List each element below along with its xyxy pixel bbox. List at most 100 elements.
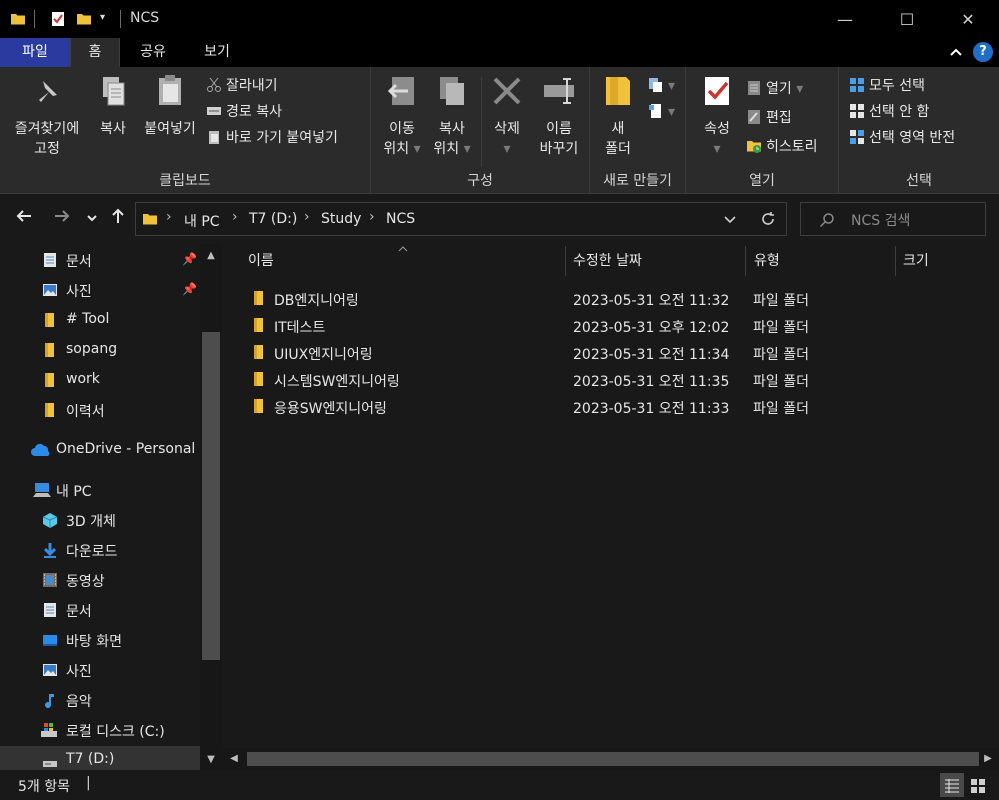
history-button[interactable]: 히스토리 [746,136,818,158]
scrollbar-thumb[interactable] [202,332,220,660]
column-divider[interactable] [565,246,566,276]
up-button[interactable] [106,207,130,231]
local-disk-icon [41,723,57,737]
address-bar[interactable]: › 내 PC › T7 (D:) › Study › NCS [135,202,787,236]
nav-item-resume[interactable]: 이력서 [0,396,200,424]
nav-item-documents-pc[interactable]: 문서 [0,596,200,624]
easy-access-button[interactable]: ▾ [648,101,675,123]
move-to-button[interactable]: 이동 위치 ▾ [377,73,427,159]
nav-item-t7-drive[interactable]: T7 (D:) [0,746,200,770]
breadcrumb-separator[interactable]: › [232,209,238,225]
breadcrumb-drive[interactable]: T7 (D:) [249,211,297,227]
history-icon [747,141,761,153]
nav-item-videos[interactable]: 동영상 [0,566,200,594]
delete-icon [493,77,521,105]
breadcrumb-study[interactable]: Study [321,211,361,227]
new-folder-label-line2: 폴더 [605,141,631,157]
navigation-scrollbar[interactable]: ▲ ▼ [200,244,222,770]
nav-item-label: 사진 [66,664,92,680]
nav-item-downloads[interactable]: 다운로드 [0,536,200,564]
copy-path-button[interactable]: 경로 복사 [206,101,282,123]
nav-item-local-disk-c[interactable]: 로컬 디스크 (C:) [0,716,200,744]
back-button[interactable] [12,207,36,231]
scroll-right-icon[interactable]: ▶ [978,748,998,770]
new-folder-icon[interactable] [76,10,92,28]
open-group: 속성 ▾ 열기 ▾ 편집 히스토리 열기 [686,67,839,194]
new-folder-button[interactable]: 새 폴더 [596,73,640,159]
copy-to-button[interactable]: 복사 위치 ▾ [427,73,477,159]
properties-icon[interactable] [50,10,66,28]
new-item-button[interactable]: ▾ [648,75,675,97]
search-box[interactable]: NCS 검색 [800,202,986,236]
arrow-left-icon [16,210,31,222]
forward-button[interactable] [50,207,74,231]
cut-button[interactable]: 잘라내기 [206,75,278,97]
file-row[interactable]: 시스템SW엔지니어링 2023-05-31 오전 11:35 파일 폴더 [246,366,856,393]
chevron-up-icon[interactable] [949,45,963,59]
nav-item-onedrive[interactable]: OneDrive - Personal [0,436,200,464]
breadcrumb-separator[interactable]: › [166,209,172,225]
edit-button[interactable]: 편집 [746,107,792,129]
select-none-button[interactable]: 선택 안 함 [849,101,929,123]
nav-item-music[interactable]: 음악 [0,686,200,714]
paste-button[interactable]: 붙여넣기 [138,73,202,139]
chevron-down-icon[interactable] [724,215,736,225]
breadcrumb-separator[interactable]: › [304,209,310,225]
column-header-name[interactable]: 이름 [248,244,274,278]
nav-item-tool[interactable]: # Tool [0,306,200,334]
breadcrumb-this-pc[interactable]: 내 PC [184,211,220,231]
file-date: 2023-05-31 오전 11:32 [573,293,730,309]
search-placeholder: NCS 검색 [851,213,911,229]
tab-share[interactable]: 공유 [124,38,182,67]
breadcrumb-separator[interactable]: › [369,209,375,225]
scroll-down-icon[interactable]: ▼ [200,750,222,770]
scroll-up-icon[interactable]: ▲ [200,246,222,266]
tab-file[interactable]: 파일 [0,38,70,67]
file-row[interactable]: 응용SW엔지니어링 2023-05-31 오전 11:33 파일 폴더 [246,393,856,420]
column-header-type[interactable]: 유형 [754,244,780,278]
recent-locations-button[interactable] [82,207,102,231]
pin-to-quick-access-button[interactable]: 즐겨찾기에 고정 [6,73,88,159]
rename-button[interactable]: 이름 바꾸기 [531,73,587,159]
file-row[interactable]: DB엔지니어링 2023-05-31 오전 11:32 파일 폴더 [246,285,856,312]
delete-button[interactable]: 삭제 ▾ [485,73,529,159]
nav-item-pictures-pc[interactable]: 사진 [0,656,200,684]
properties-button[interactable]: 속성 ▾ [694,73,740,159]
nav-item-work[interactable]: work [0,366,200,394]
nav-item-pictures[interactable]: 사진 📌 [0,276,200,304]
close-button[interactable]: ✕ [937,0,999,38]
scroll-left-icon[interactable]: ◀ [224,748,244,770]
tab-view[interactable]: 보기 [186,38,248,67]
invert-selection-button[interactable]: 선택 영역 반전 [849,127,955,149]
open-button[interactable]: 열기 ▾ [746,78,803,100]
horizontal-scrollbar[interactable]: ◀ ▶ [222,748,999,770]
copy-button[interactable]: 복사 [90,73,136,139]
column-divider[interactable] [745,246,746,276]
paste-shortcut-button[interactable]: 바로 가기 붙여넣기 [206,127,338,149]
nav-item-documents[interactable]: 문서 📌 [0,246,200,274]
nav-item-sopang[interactable]: sopang [0,336,200,364]
scrollbar-thumb[interactable] [247,752,979,766]
help-icon[interactable]: ? [973,42,993,62]
large-icons-view-icon [971,779,985,793]
column-divider[interactable] [895,246,896,276]
scissors-icon [207,77,221,92]
details-view-button[interactable] [940,773,964,797]
refresh-icon[interactable] [760,211,776,227]
nav-item-desktop[interactable]: 바탕 화면 [0,626,200,654]
nav-item-3d-objects[interactable]: 3D 개체 [0,506,200,534]
quick-access-dropdown-icon[interactable]: ▾ [100,12,105,23]
rename-label-line2: 바꾸기 [539,141,579,157]
column-header-date[interactable]: 수정한 날짜 [573,244,642,278]
large-icons-view-button[interactable] [966,773,990,797]
maximize-button[interactable]: ☐ [876,0,938,38]
column-header-size[interactable]: 크기 [903,244,929,278]
file-row[interactable]: IT테스트 2023-05-31 오후 12:02 파일 폴더 [246,312,856,339]
breadcrumb-ncs[interactable]: NCS [386,211,415,227]
select-all-button[interactable]: 모두 선택 [849,75,925,97]
file-date: 2023-05-31 오후 12:02 [573,320,730,336]
file-row[interactable]: UIUX엔지니어링 2023-05-31 오전 11:34 파일 폴더 [246,339,856,366]
minimize-button[interactable]: — [814,0,876,38]
nav-item-this-pc[interactable]: 내 PC [0,476,200,504]
tab-home[interactable]: 홈 [70,38,120,67]
